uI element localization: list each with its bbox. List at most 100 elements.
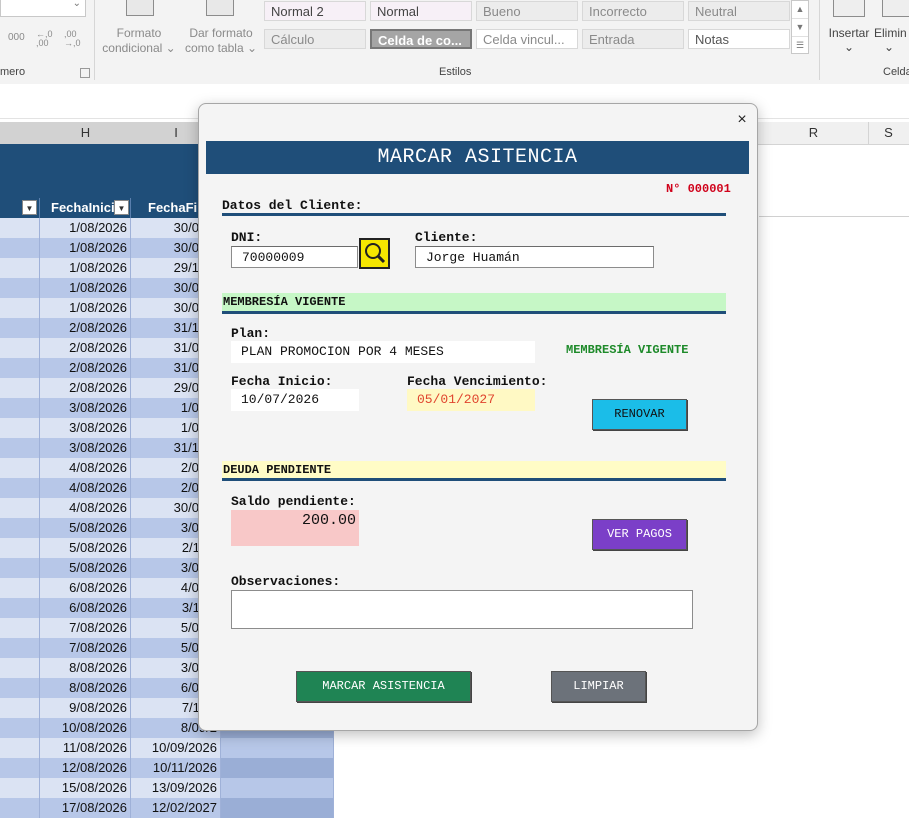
increase-decimals-button[interactable]: ←,0 ,00 xyxy=(36,30,58,48)
table-cell[interactable]: 10/08/2026 xyxy=(40,718,131,738)
table-cell[interactable] xyxy=(221,758,334,778)
cell-style-option[interactable]: Notas xyxy=(688,29,790,49)
table-cell[interactable] xyxy=(0,398,40,418)
view-payments-button[interactable]: VER PAGOS xyxy=(592,519,687,550)
table-cell[interactable] xyxy=(0,318,40,338)
table-cell[interactable] xyxy=(0,358,40,378)
table-cell[interactable] xyxy=(0,698,40,718)
table-cell[interactable]: 1/08/2026 xyxy=(40,258,131,278)
filter-dropdown-icon[interactable]: ▼ xyxy=(22,200,37,215)
table-cell[interactable]: 17/08/2026 xyxy=(40,798,131,818)
column-header-s[interactable]: S xyxy=(868,122,909,144)
conditional-format-button[interactable]: Formato condicional ⌄ xyxy=(100,26,178,56)
cell-style-option[interactable]: Celda vincul... xyxy=(476,29,578,49)
cell-style-option[interactable]: Neutral xyxy=(688,1,790,21)
table-cell[interactable]: 1/08/2026 xyxy=(40,238,131,258)
column-header-r[interactable]: R xyxy=(759,122,869,144)
dni-input[interactable]: 70000009 xyxy=(231,246,358,268)
gallery-up-icon[interactable]: ▲ xyxy=(792,1,808,19)
table-cell[interactable] xyxy=(0,558,40,578)
table-cell[interactable]: 7/08/2026 xyxy=(40,638,131,658)
decrease-decimals-button[interactable]: ,00 →,0 xyxy=(64,30,86,48)
table-cell[interactable]: 3/08/2026 xyxy=(40,398,131,418)
table-cell[interactable]: 5/08/2026 xyxy=(40,558,131,578)
column-header[interactable] xyxy=(0,122,41,144)
table-cell[interactable]: 6/08/2026 xyxy=(40,578,131,598)
table-cell[interactable]: 15/08/2026 xyxy=(40,778,131,798)
table-cell[interactable] xyxy=(0,378,40,398)
table-cell[interactable] xyxy=(0,218,40,238)
cell-style-option[interactable]: Cálculo xyxy=(264,29,366,49)
table-cell[interactable]: 2/08/2026 xyxy=(40,358,131,378)
table-cell[interactable]: 8/08/2026 xyxy=(40,658,131,678)
delete-button[interactable]: Elimin ⌄ xyxy=(874,26,909,54)
table-cell[interactable] xyxy=(0,658,40,678)
table-cell[interactable]: 3/08/2026 xyxy=(40,438,131,458)
table-cell[interactable] xyxy=(0,578,40,598)
table-cell[interactable] xyxy=(0,338,40,358)
table-header-fechainicio[interactable]: FechaInici ▼ xyxy=(40,198,131,218)
table-cell[interactable]: 1/08/2026 xyxy=(40,298,131,318)
table-cell[interactable]: 10/11/2026 xyxy=(131,758,221,778)
table-cell[interactable]: 3/08/2026 xyxy=(40,418,131,438)
dialog-launcher-icon[interactable] xyxy=(80,68,90,78)
table-cell[interactable]: 6/08/2026 xyxy=(40,598,131,618)
table-cell[interactable]: 4/08/2026 xyxy=(40,458,131,478)
table-header-fechafin[interactable]: FechaFi xyxy=(131,198,200,218)
cell-style-option[interactable]: Normal 2 xyxy=(264,1,366,21)
table-cell[interactable]: 12/02/2027 xyxy=(131,798,221,818)
column-header-h[interactable]: H xyxy=(40,122,132,144)
table-cell[interactable] xyxy=(0,458,40,478)
number-format-dropdown[interactable]: ⌄ xyxy=(0,0,86,17)
table-cell[interactable] xyxy=(0,678,40,698)
table-cell[interactable] xyxy=(0,238,40,258)
table-cell[interactable] xyxy=(221,778,334,798)
table-cell[interactable] xyxy=(0,738,40,758)
table-header-cell[interactable]: ▼ xyxy=(0,198,40,218)
notes-textarea[interactable] xyxy=(231,590,693,629)
clear-button[interactable]: LIMPIAR xyxy=(551,671,646,702)
table-cell[interactable]: 13/09/2026 xyxy=(131,778,221,798)
table-cell[interactable] xyxy=(0,618,40,638)
search-client-button[interactable] xyxy=(359,238,390,269)
cell-style-option[interactable]: Bueno xyxy=(476,1,578,21)
gallery-down-icon[interactable]: ▼ xyxy=(792,19,808,37)
table-cell[interactable]: 12/08/2026 xyxy=(40,758,131,778)
table-cell[interactable]: 4/08/2026 xyxy=(40,498,131,518)
cell-style-option[interactable]: Incorrecto xyxy=(582,1,684,21)
table-cell[interactable] xyxy=(0,638,40,658)
gallery-more-icon[interactable]: ☰ xyxy=(792,37,808,54)
table-cell[interactable]: 1/08/2026 xyxy=(40,218,131,238)
cell-style-option[interactable]: Celda de co... xyxy=(370,29,472,49)
table-cell[interactable]: 2/08/2026 xyxy=(40,318,131,338)
table-cell[interactable] xyxy=(221,798,334,818)
table-cell[interactable]: 5/08/2026 xyxy=(40,538,131,558)
table-cell[interactable] xyxy=(0,278,40,298)
table-cell[interactable] xyxy=(0,438,40,458)
cell-style-option[interactable]: Entrada xyxy=(582,29,684,49)
table-cell[interactable] xyxy=(0,778,40,798)
cell-style-option[interactable]: Normal xyxy=(370,1,472,21)
client-name-field[interactable]: Jorge Huamán xyxy=(415,246,654,268)
mark-attendance-button[interactable]: MARCAR ASISTENCIA xyxy=(296,671,471,702)
table-cell[interactable]: 2/08/2026 xyxy=(40,338,131,358)
filter-dropdown-icon[interactable]: ▼ xyxy=(114,200,129,215)
table-cell[interactable] xyxy=(0,478,40,498)
table-cell[interactable]: 10/09/2026 xyxy=(131,738,221,758)
table-cell[interactable] xyxy=(0,498,40,518)
styles-gallery-scroll[interactable]: ▲ ▼ ☰ xyxy=(791,0,809,54)
table-cell[interactable]: 8/08/2026 xyxy=(40,678,131,698)
table-cell[interactable]: 4/08/2026 xyxy=(40,478,131,498)
renew-button[interactable]: RENOVAR xyxy=(592,399,687,430)
table-cell[interactable] xyxy=(0,518,40,538)
table-cell[interactable] xyxy=(0,598,40,618)
table-cell[interactable] xyxy=(0,258,40,278)
thousands-separator-button[interactable]: 000 xyxy=(8,32,25,43)
table-cell[interactable] xyxy=(0,718,40,738)
insert-button[interactable]: Insertar ⌄ xyxy=(828,26,870,54)
table-cell[interactable] xyxy=(0,418,40,438)
table-cell[interactable] xyxy=(0,798,40,818)
table-cell[interactable] xyxy=(0,538,40,558)
table-cell[interactable]: 9/08/2026 xyxy=(40,698,131,718)
table-cell[interactable]: 11/08/2026 xyxy=(40,738,131,758)
